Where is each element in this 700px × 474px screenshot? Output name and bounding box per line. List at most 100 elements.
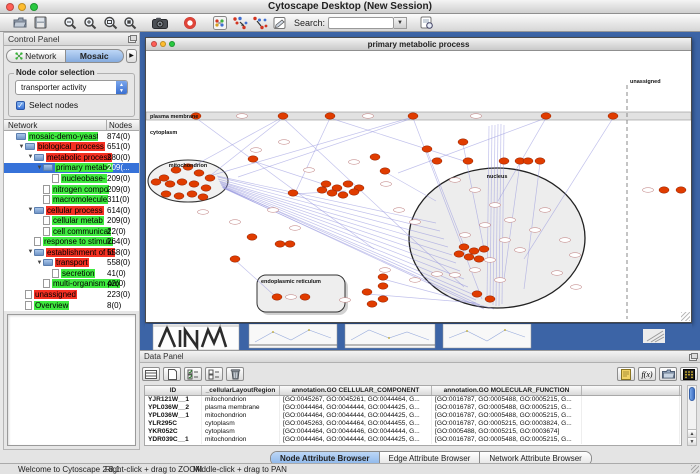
delete-attribute-button[interactable]: [226, 367, 244, 381]
graph-node[interactable]: [285, 241, 295, 247]
network-canvas[interactable]: plasma membrane cytoplasm mitochondrion …: [146, 51, 691, 322]
graph-node[interactable]: [338, 192, 348, 198]
graph-node-label[interactable]: [571, 285, 582, 290]
import-attributes-button[interactable]: [659, 367, 677, 381]
attribute-batch-button[interactable]: [142, 367, 160, 381]
window-resize-grip[interactable]: [681, 312, 690, 321]
graph-node[interactable]: [300, 294, 310, 300]
tab-network[interactable]: Network: [6, 49, 66, 63]
table-row[interactable]: YLR295Ccytoplasm[GO:0045263, GO:0044464,…: [145, 420, 681, 428]
expand-arrow-icon[interactable]: ▼: [27, 207, 34, 213]
app-resize-grip[interactable]: [691, 465, 699, 473]
graph-node[interactable]: [327, 190, 337, 196]
graph-node[interactable]: [272, 294, 282, 300]
graph-node-label[interactable]: [470, 268, 481, 273]
birdseye-view-panel[interactable]: [7, 314, 136, 446]
minimize-icon[interactable]: [160, 41, 166, 47]
expand-arrow-icon[interactable]: ▼: [36, 165, 43, 171]
graph-node-label[interactable]: [198, 210, 209, 215]
graph-node[interactable]: [177, 179, 187, 185]
graph-node-label[interactable]: [290, 226, 301, 231]
graph-node[interactable]: [325, 113, 335, 119]
table-row[interactable]: YPL036W__1mitochondrion[GO:0044464, GO:0…: [145, 412, 681, 420]
table-row[interactable]: YDR039C__1mitochondrion[GO:0044464, GO:0…: [145, 436, 681, 444]
expand-arrow-icon[interactable]: ▼: [27, 249, 34, 255]
search-input[interactable]: [328, 17, 394, 29]
merge-networks-alt-button[interactable]: [250, 15, 270, 31]
unselect-attributes-button[interactable]: [205, 367, 223, 381]
node-color-dropdown[interactable]: transporter activity ▲▼: [15, 80, 128, 95]
tree-row[interactable]: response to stimulu264(0): [4, 236, 139, 247]
tree-row[interactable]: ▼biological_process651(0): [4, 142, 139, 153]
graph-node-label[interactable]: [410, 220, 421, 225]
select-nodes-checkbox[interactable]: ✓: [16, 101, 25, 110]
tree-row[interactable]: unassigned223(0): [4, 289, 139, 300]
graph-node[interactable]: [278, 113, 288, 119]
notes-button[interactable]: [617, 367, 635, 381]
tree-row[interactable]: Overview8(0): [4, 300, 139, 311]
graph-node-label[interactable]: [450, 273, 461, 278]
graph-node-label[interactable]: [515, 248, 526, 253]
graph-node-label[interactable]: [485, 258, 496, 263]
graph-node-label[interactable]: [460, 233, 471, 238]
column-header[interactable]: [582, 386, 680, 395]
graph-node[interactable]: [151, 179, 161, 185]
column-header[interactable]: annotation.GO MOLECULAR_FUNCTION: [432, 386, 582, 395]
matrix-button[interactable]: [680, 367, 698, 381]
graph-node[interactable]: [370, 154, 380, 160]
graph-node[interactable]: [189, 181, 199, 187]
graph-node[interactable]: [317, 187, 327, 193]
tree-row[interactable]: ▼cellular process614(0): [4, 205, 139, 216]
graph-node-label[interactable]: [230, 220, 241, 225]
graph-node[interactable]: [161, 191, 171, 197]
graph-node[interactable]: [248, 156, 258, 162]
zoom-selected-button[interactable]: [100, 15, 120, 31]
scroll-up-icon[interactable]: ▲: [688, 429, 696, 437]
graph-node-label[interactable]: [268, 208, 279, 213]
graph-node-label[interactable]: [471, 114, 482, 119]
graph-node[interactable]: [454, 251, 464, 257]
tree-row[interactable]: ▼transport558(0): [4, 258, 139, 269]
function-builder-button[interactable]: f(x): [638, 367, 656, 381]
app-titlebar[interactable]: Cytoscape Desktop (New Session): [0, 0, 700, 14]
save-session-button[interactable]: [30, 15, 50, 31]
tab-mosaic[interactable]: Mosaic: [66, 49, 125, 63]
graph-node[interactable]: [247, 234, 257, 240]
expand-arrow-icon[interactable]: ▼: [18, 144, 25, 150]
graph-node[interactable]: [275, 241, 285, 247]
graph-node[interactable]: [458, 139, 468, 145]
graph-node-label[interactable]: [530, 228, 541, 233]
graph-node-label[interactable]: [570, 253, 581, 258]
graph-node[interactable]: [378, 296, 388, 302]
tree-row[interactable]: ▼establishment of lo558(0): [4, 247, 139, 258]
graph-node[interactable]: [523, 158, 533, 164]
graph-node[interactable]: [174, 193, 184, 199]
graph-node[interactable]: [230, 256, 240, 262]
scroll-down-icon[interactable]: ▼: [688, 437, 696, 445]
graph-node-label[interactable]: [380, 268, 391, 273]
select-attributes-button[interactable]: [184, 367, 202, 381]
graph-node-label[interactable]: [560, 238, 571, 243]
graph-node[interactable]: [541, 113, 551, 119]
float-panel-icon[interactable]: [128, 36, 136, 43]
table-row[interactable]: YPL036W__2plasma membrane[GO:0044464, GO…: [145, 404, 681, 412]
graph-node-label[interactable]: [505, 218, 516, 223]
graph-node-label[interactable]: [349, 160, 360, 165]
graph-node-label[interactable]: [279, 140, 290, 145]
float-panel-icon[interactable]: [689, 354, 697, 361]
graph-node[interactable]: [472, 291, 482, 297]
maximize-button[interactable]: [30, 3, 38, 11]
graph-node-label[interactable]: [251, 148, 262, 153]
graph-node-label[interactable]: [237, 114, 248, 119]
network-view-window[interactable]: primary metabolic process plasma membran…: [145, 37, 692, 323]
table-row[interactable]: YJR121W__1mitochondrion[GO:0045267, GO:0…: [145, 396, 681, 404]
graph-node[interactable]: [432, 158, 442, 164]
graph-node[interactable]: [378, 283, 388, 289]
graph-node-label[interactable]: [286, 295, 297, 300]
scrollbar-thumb[interactable]: [689, 387, 695, 401]
graph-node-label[interactable]: [304, 168, 315, 173]
graph-node[interactable]: [201, 185, 211, 191]
minimize-button[interactable]: [18, 3, 26, 11]
column-header[interactable]: ID: [145, 386, 202, 395]
tree-row[interactable]: nucleobase-209(0): [4, 173, 139, 184]
